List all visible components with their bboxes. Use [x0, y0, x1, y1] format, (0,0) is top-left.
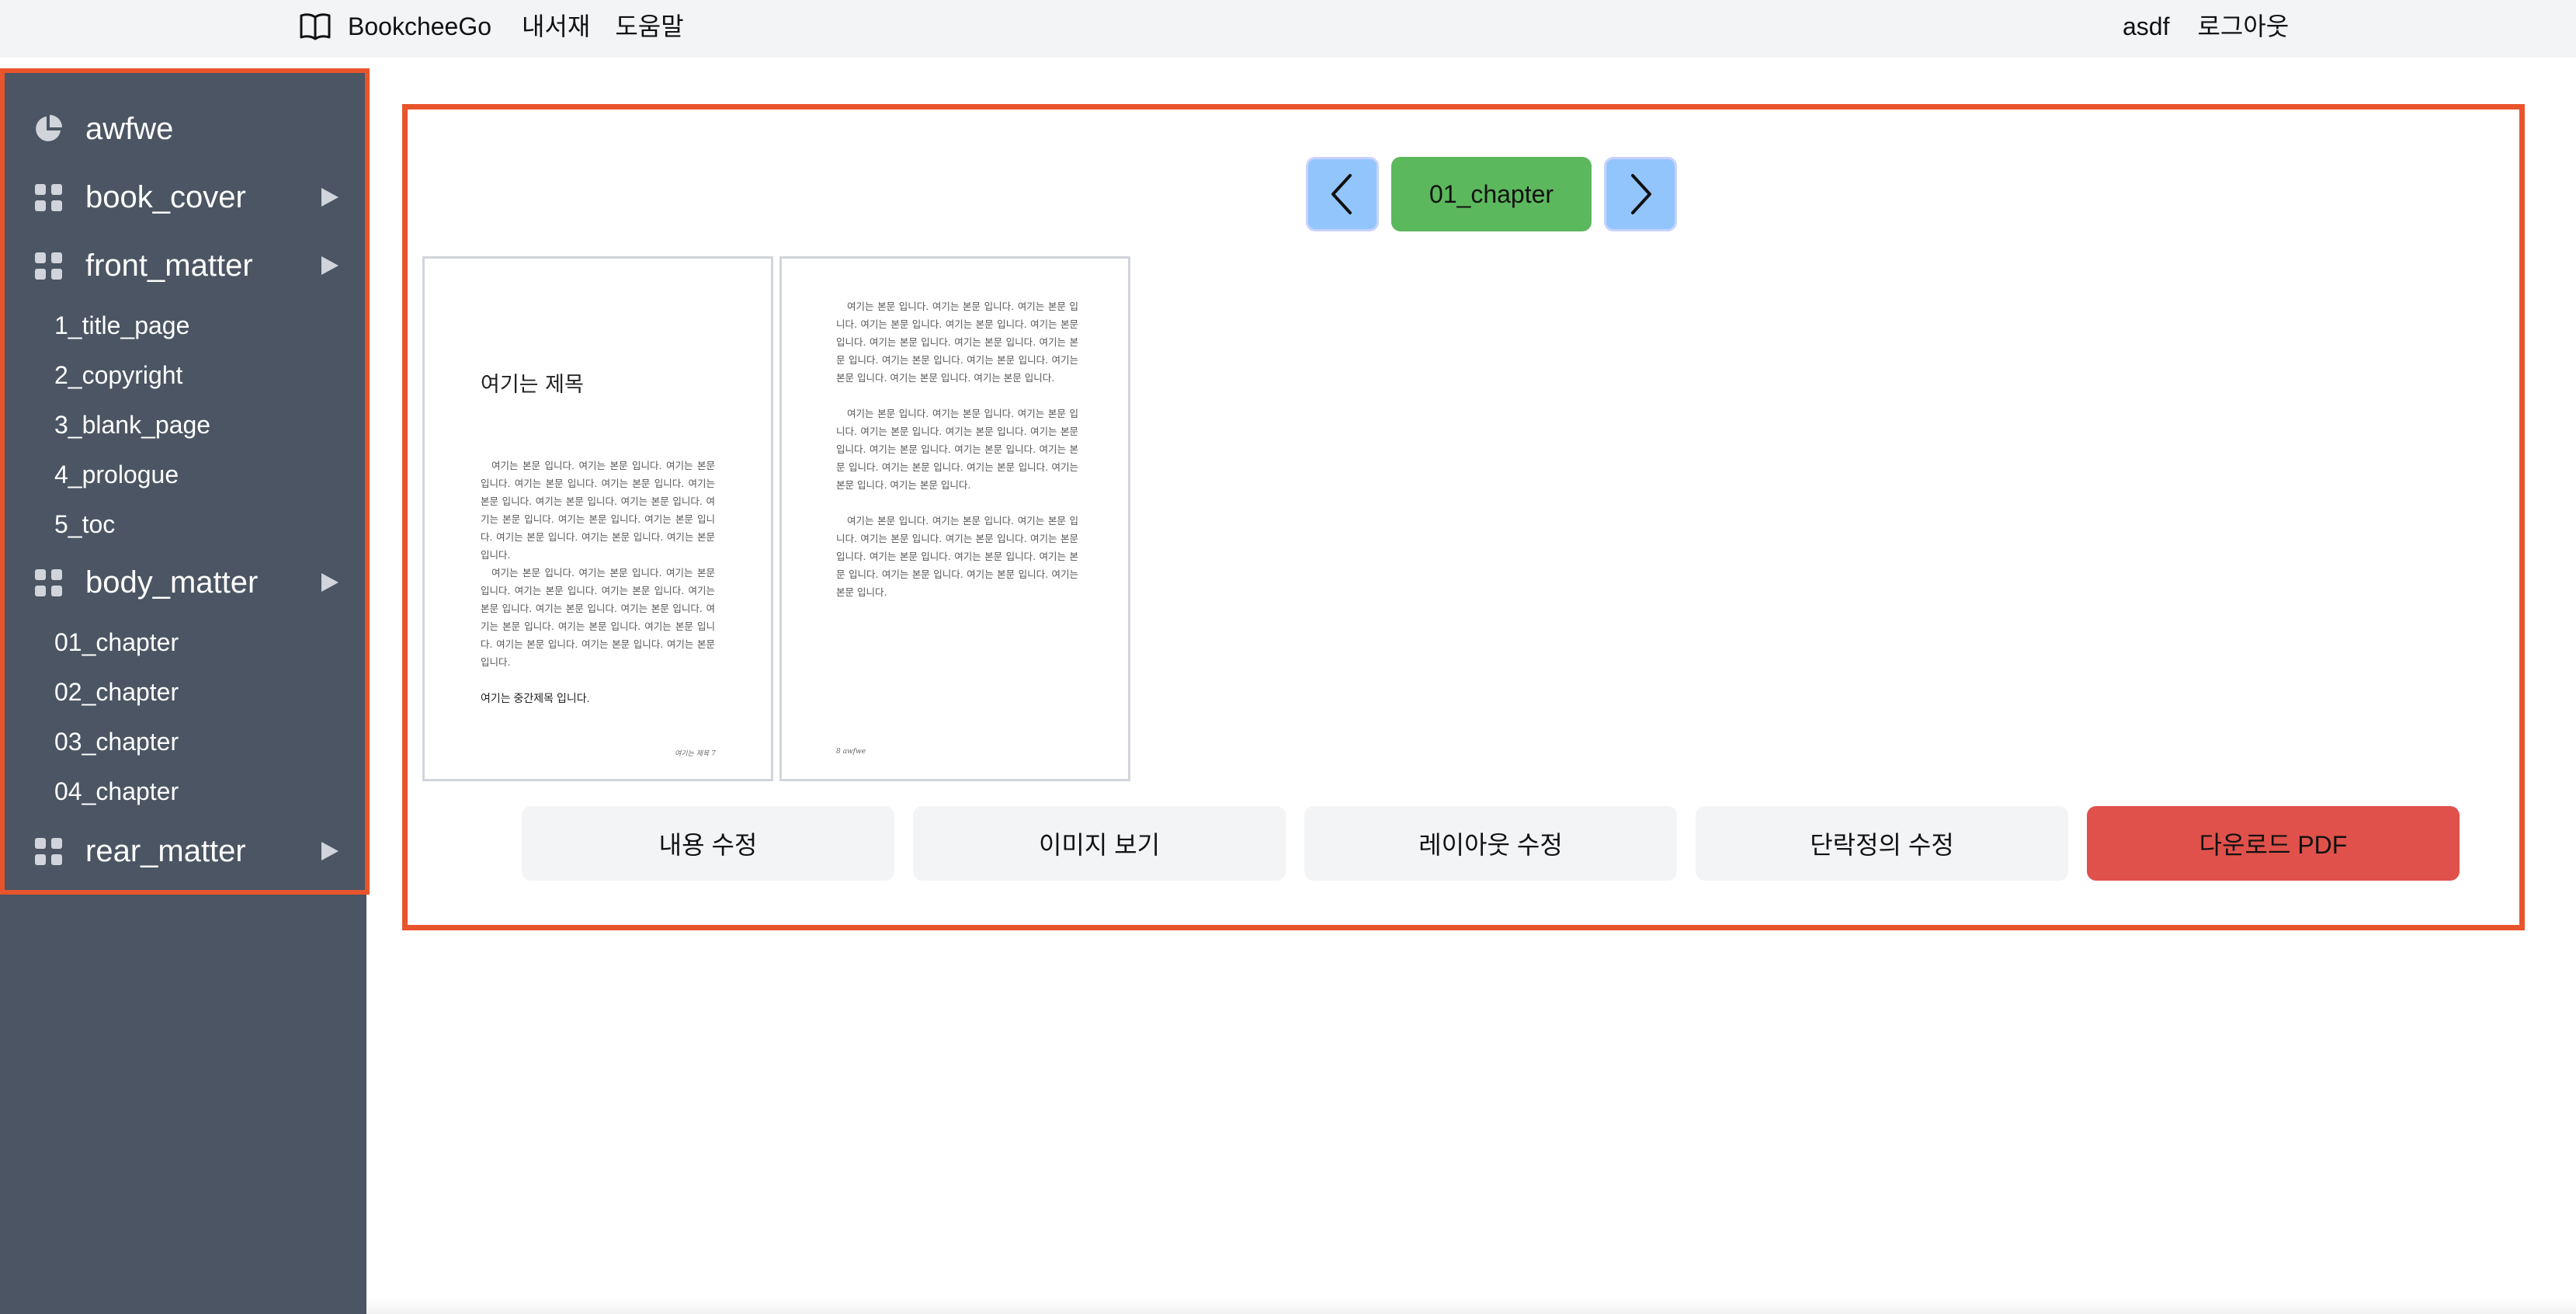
page-body-text: 여기는 본문 입니다. 여기는 본문 입니다. 여기는 본문 입니다. 여기는 …	[836, 301, 1078, 384]
page-footer: 여기는 제목 7	[675, 750, 716, 758]
sidebar-item-copyright[interactable]: 2_copyright	[54, 353, 182, 398]
chevron-left-icon	[1331, 174, 1352, 214]
grid-icon	[33, 836, 64, 867]
page-footer: 8 awfwe	[836, 748, 866, 756]
edit-layout-button[interactable]: 레이아웃 수정	[1304, 806, 1677, 881]
sidebar-item-chapter-02[interactable]: 02_chapter	[54, 669, 179, 714]
nav-link-help[interactable]: 도움말	[615, 8, 683, 45]
logout-link[interactable]: 로그아웃	[2197, 8, 2289, 45]
grid-icon	[33, 182, 64, 213]
sidebar-section-rear-matter[interactable]: rear_matter	[5, 820, 370, 882]
chapter-pager: 01_chapter	[1306, 157, 1677, 231]
main-nav: 내서재 도움말	[522, 8, 684, 45]
prev-chapter-button[interactable]	[1306, 157, 1379, 231]
sidebar-item-toc[interactable]: 5_toc	[54, 502, 115, 547]
sidebar-item-chapter-03[interactable]: 03_chapter	[54, 719, 179, 764]
expand-arrow-icon[interactable]	[318, 840, 340, 862]
sidebar-project-label: awfwe	[85, 112, 174, 146]
chevron-right-icon	[1631, 174, 1651, 214]
page-title: 여기는 제목	[481, 373, 584, 397]
expand-arrow-icon[interactable]	[318, 572, 340, 593]
edit-paragraph-button[interactable]: 단락정의 수정	[1696, 806, 2068, 881]
sidebar: awfwe book_cover front_matter 1_title_pa…	[0, 68, 370, 1314]
sidebar-section-label: body_matter	[85, 565, 259, 600]
top-navbar: BookcheeGo 내서재 도움말 asdf 로그아웃	[0, 0, 2576, 57]
sidebar-item-blank-page[interactable]: 3_blank_page	[54, 402, 210, 447]
sidebar-section-book-cover[interactable]: book_cover	[5, 166, 370, 228]
user-name[interactable]: asdf	[2123, 8, 2169, 45]
expand-arrow-icon[interactable]	[318, 186, 340, 208]
sidebar-item-chapter-04[interactable]: 04_chapter	[54, 769, 179, 814]
user-nav: asdf 로그아웃	[2123, 8, 2289, 45]
sidebar-section-label: book_cover	[85, 180, 246, 214]
sidebar-item-chapter-01[interactable]: 01_chapter	[54, 620, 179, 665]
grid-icon	[33, 250, 64, 281]
sidebar-section-body-matter[interactable]: body_matter	[5, 551, 370, 614]
page-body-text: 여기는 본문 입니다. 여기는 본문 입니다. 여기는 본문 입니다. 여기는 …	[836, 408, 1078, 491]
expand-arrow-icon[interactable]	[318, 255, 340, 276]
brand-name: BookcheeGo	[348, 12, 492, 40]
page-body-text: 여기는 본문 입니다. 여기는 본문 입니다. 여기는 본문 입니다. 여기는 …	[481, 460, 715, 561]
current-chapter-badge[interactable]: 01_chapter	[1391, 157, 1592, 231]
next-chapter-button[interactable]	[1604, 157, 1677, 231]
action-bar: 내용 수정 이미지 보기 레이아웃 수정 단락정의 수정 다운로드 PDF	[522, 806, 2460, 881]
nav-link-library[interactable]: 내서재	[522, 8, 590, 45]
sidebar-section-label: front_matter	[85, 249, 253, 283]
sidebar-highlight-frame: awfwe book_cover front_matter 1_title_pa…	[0, 68, 370, 895]
page-preview-right[interactable]: 여기는 본문 입니다. 여기는 본문 입니다. 여기는 본문 입니다. 여기는 …	[779, 256, 1130, 781]
edit-content-button[interactable]: 내용 수정	[522, 806, 894, 881]
page-body-text: 여기는 본문 입니다. 여기는 본문 입니다. 여기는 본문 입니다. 여기는 …	[481, 567, 715, 668]
sidebar-item-prologue[interactable]: 4_prologue	[54, 452, 179, 497]
download-pdf-button[interactable]: 다운로드 PDF	[2087, 806, 2460, 881]
sidebar-project[interactable]: awfwe	[5, 98, 370, 160]
grid-icon	[33, 567, 64, 598]
bottom-edge	[366, 1298, 2576, 1314]
page-body-text: 여기는 본문 입니다. 여기는 본문 입니다. 여기는 본문 입니다. 여기는 …	[836, 515, 1078, 598]
page-preview-left[interactable]: 여기는 제목 여기는 본문 입니다. 여기는 본문 입니다. 여기는 본문 입니…	[422, 256, 773, 781]
sidebar-section-label: rear_matter	[85, 834, 246, 868]
sidebar-item-title-page[interactable]: 1_title_page	[54, 303, 189, 348]
pie-chart-icon	[33, 113, 64, 144]
view-images-button[interactable]: 이미지 보기	[913, 806, 1286, 881]
brand[interactable]: BookcheeGo	[298, 8, 491, 45]
sidebar-section-front-matter[interactable]: front_matter	[5, 235, 370, 297]
book-icon	[298, 9, 332, 43]
page-subtitle: 여기는 중간제목 입니다.	[481, 692, 590, 704]
